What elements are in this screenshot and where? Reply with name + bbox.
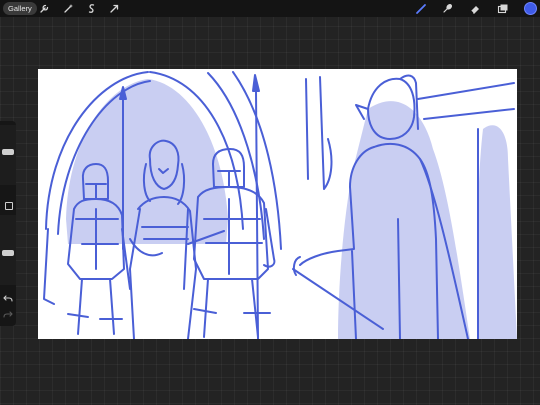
redo-icon[interactable]	[3, 310, 13, 320]
gallery-button[interactable]: Gallery	[3, 2, 37, 15]
selection-icon[interactable]	[85, 2, 98, 15]
square-modify-icon[interactable]	[5, 202, 13, 210]
layers-icon[interactable]	[496, 2, 509, 15]
transform-arrow-icon[interactable]	[108, 2, 121, 15]
wrench-icon[interactable]	[38, 2, 51, 15]
undo-icon[interactable]	[3, 294, 13, 304]
drawing-canvas[interactable]	[38, 69, 517, 339]
brush-icon[interactable]	[415, 2, 428, 15]
color-picker-swatch[interactable]	[524, 2, 537, 15]
magic-wand-icon[interactable]	[62, 2, 75, 15]
left-sidebar	[0, 121, 16, 326]
top-toolbar: Gallery	[0, 0, 540, 17]
brush-opacity-knob[interactable]	[2, 250, 14, 256]
brush-size-slider[interactable]	[0, 125, 16, 185]
brush-opacity-slider[interactable]	[0, 215, 16, 285]
brush-size-knob[interactable]	[2, 149, 14, 155]
sketch-artwork	[43, 71, 517, 339]
eraser-icon[interactable]	[468, 2, 481, 15]
smudge-icon[interactable]	[441, 2, 454, 15]
